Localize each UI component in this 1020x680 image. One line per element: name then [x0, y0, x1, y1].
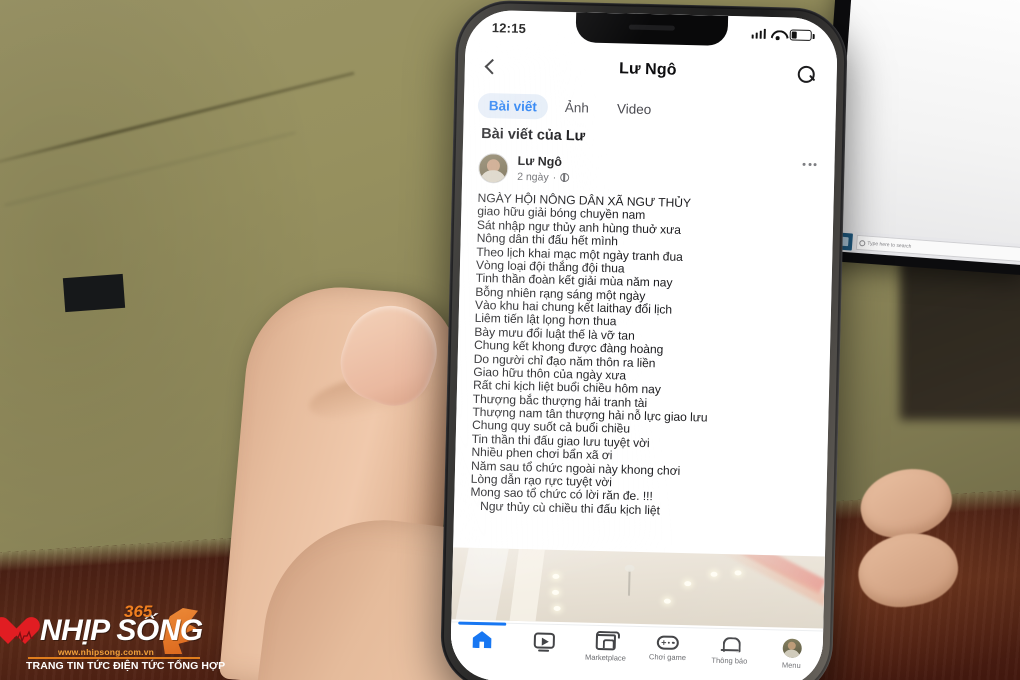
status-time: 12:15 [491, 19, 527, 36]
avatar-body [480, 169, 507, 183]
taskbar-search-placeholder: Type here to search [867, 240, 912, 250]
ceiling-light [684, 581, 692, 587]
nav-item-notifications[interactable]: Thông báo [698, 636, 761, 666]
watermark-brand: NHỊP SỐNG [40, 614, 203, 647]
nav-item-menu[interactable]: Menu [760, 638, 823, 671]
page-title: Lư Ngô [618, 60, 677, 79]
watermark-brand-row: NHỊP SỐNG 365 www.nhipsong.com.vn [6, 602, 204, 657]
nav-label-menu: Menu [781, 660, 801, 670]
home-icon [472, 631, 491, 648]
ceiling-light [553, 605, 561, 612]
nav-item-home[interactable] [451, 630, 513, 652]
dot-separator: · [552, 171, 557, 184]
nav-label-gaming: Chơi game [648, 652, 687, 663]
monitor-stand [62, 273, 126, 313]
phone-notch [575, 12, 729, 46]
cellular-bars-icon [751, 28, 766, 39]
ceiling-panel [455, 547, 509, 621]
earpiece-speaker [628, 24, 675, 31]
watermark-tagline: TRANG TIN TỨC ĐIỆN TỨC TỔNG HỢP [26, 660, 226, 672]
photo-scene: Type here to search 12:15 Lư Ngô Bài viế… [0, 0, 1020, 680]
monitor-screen [834, 0, 1020, 246]
post-header: Lư Ngô 2 ngày · [478, 150, 819, 191]
ceiling-light [552, 573, 560, 580]
more-options-icon[interactable] [802, 162, 817, 167]
globe-icon [560, 173, 570, 183]
watermark: NHỊP SỐNG 365 www.nhipsong.com.vn TRANG … [6, 602, 225, 676]
ekg-icon [14, 630, 34, 642]
bottom-navigation: Marketplace + Chơi game Thông báo Menu [449, 621, 824, 680]
post-text: NGÀY HỘI NÔNG DÂN XÃ NGƯ THỦY giao hữu g… [470, 191, 818, 521]
menu-avatar-icon [782, 638, 802, 658]
section-title: Bài viết của Lư [481, 125, 586, 145]
tab-anh[interactable]: Ảnh [554, 94, 601, 120]
ceiling-fixture [627, 569, 631, 596]
bell-icon [722, 637, 738, 653]
nav-item-marketplace[interactable]: Marketplace [574, 633, 637, 663]
ceiling-light [551, 589, 560, 595]
post-photo-attachment[interactable] [451, 547, 825, 629]
watermark-number: 365 [124, 602, 153, 621]
menu-avatar-face [787, 641, 796, 650]
menu-avatar-body [783, 649, 801, 658]
video-stand [538, 649, 550, 652]
gaming-dots [667, 641, 675, 645]
gaming-plus: + [661, 637, 667, 648]
nav-label-marketplace: Marketplace [584, 652, 626, 663]
ceiling-light [710, 571, 718, 577]
marketplace-icon [595, 633, 617, 651]
nav-label-notifications: Thông báo [711, 655, 748, 666]
tab-video[interactable]: Video [606, 96, 663, 122]
ceiling-light [663, 598, 671, 604]
post-timestamp: 2 ngày [517, 170, 549, 184]
search-icon[interactable] [798, 65, 815, 82]
smartphone: 12:15 Lư Ngô Bài viết Ảnh Video Bài viết [439, 0, 849, 680]
gaming-icon: + [656, 635, 679, 650]
watermark-divider [28, 657, 200, 659]
nav-item-video[interactable] [513, 632, 575, 653]
video-icon [533, 632, 555, 652]
battery-icon [789, 28, 812, 41]
dark-object-background [900, 250, 1020, 420]
ceiling-light [734, 570, 742, 576]
watermark-url: www.nhipsong.com.vn [58, 647, 155, 657]
ceiling-panel [509, 549, 545, 622]
search-icon [859, 239, 866, 246]
post-meta: Lư Ngô 2 ngày · [517, 154, 819, 190]
avatar[interactable] [478, 152, 509, 184]
tab-bai-viet[interactable]: Bài viết [477, 92, 549, 120]
phone-screen: 12:15 Lư Ngô Bài viết Ảnh Video Bài viết [449, 9, 839, 680]
nav-item-gaming[interactable]: + Chơi game [636, 635, 699, 663]
status-indicators [751, 28, 812, 41]
post-card: Lư Ngô 2 ngày · NGÀY HỘI NÔNG DÂN XÃ NGƯ… [449, 149, 835, 680]
wifi-icon [771, 29, 785, 39]
